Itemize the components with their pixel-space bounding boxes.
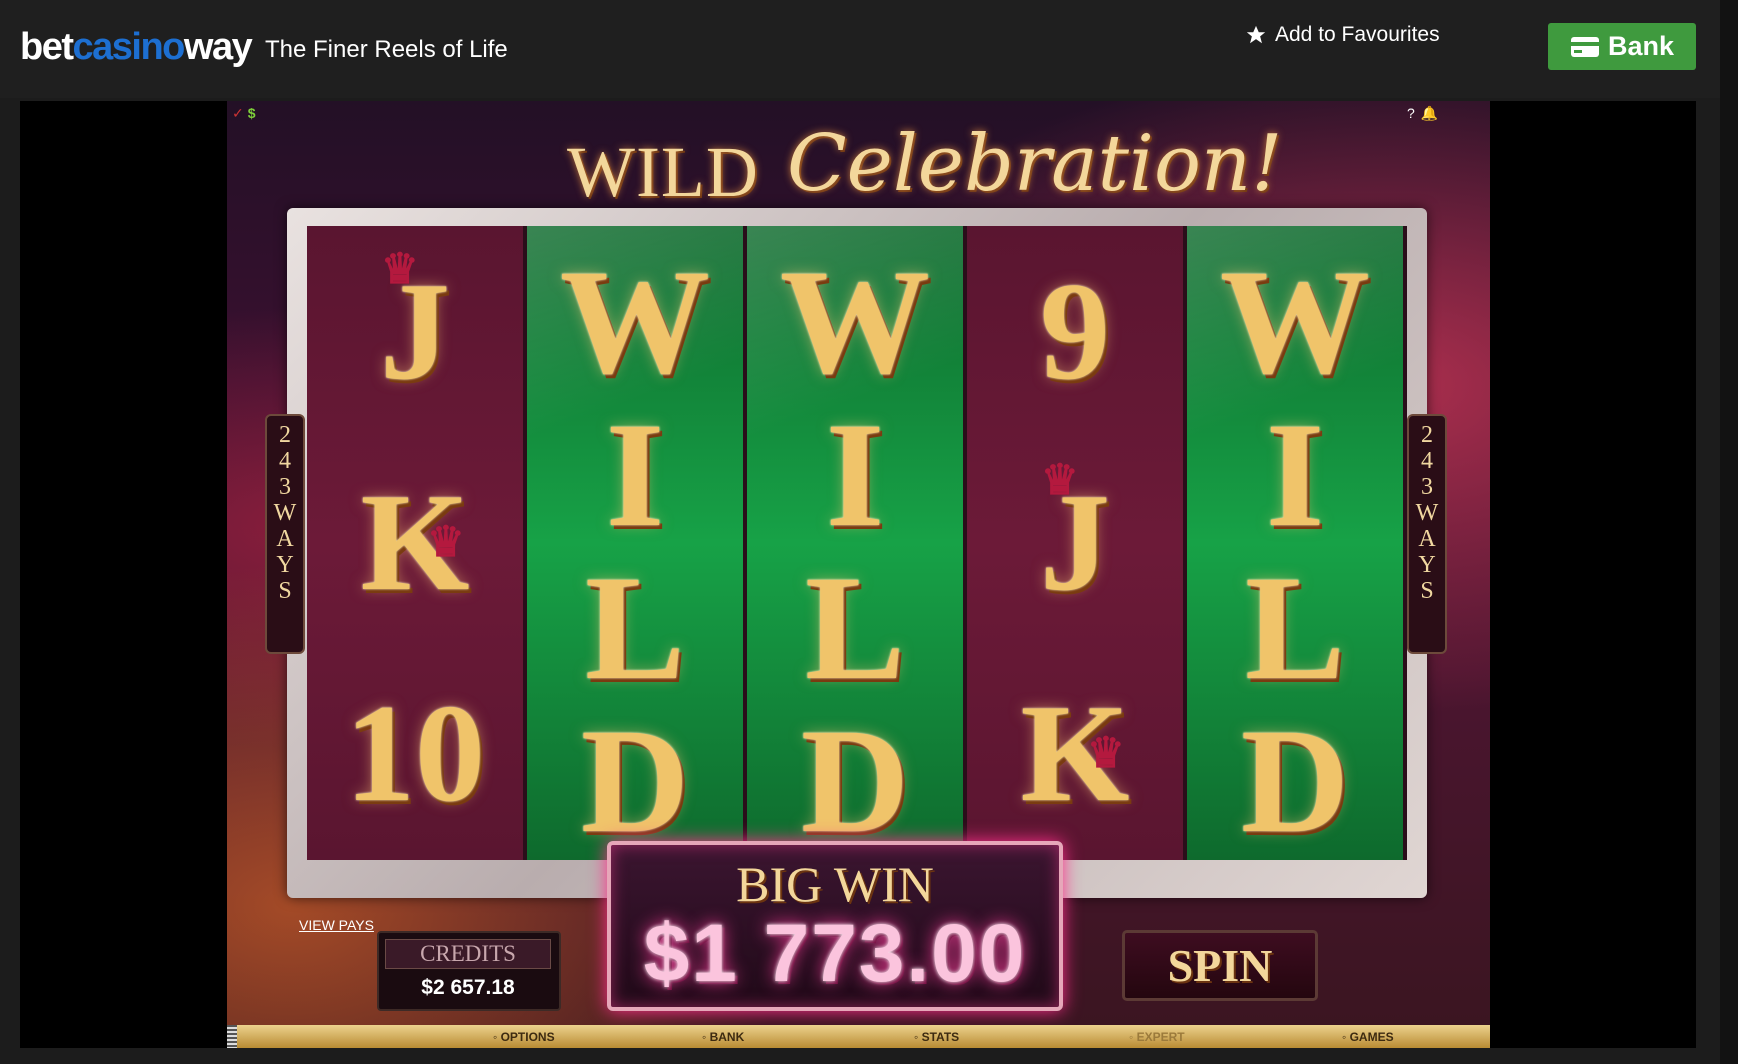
reel-symbol-jack: J ♛ — [967, 437, 1183, 648]
add-to-favourites-label: Add to Favourites — [1275, 23, 1440, 46]
reel-4: 9 J ♛ K ♛ — [967, 226, 1183, 860]
wild-letter-d: D — [1240, 697, 1350, 861]
bank-button[interactable]: Bank — [1548, 23, 1696, 70]
logo-part-casino: casino — [72, 26, 186, 68]
menu-stats[interactable]: ◦ STATS — [914, 1030, 959, 1044]
reel-symbol-nine: 9 — [1040, 254, 1110, 409]
ways-char: Y — [276, 552, 294, 578]
ways-char: W — [1415, 500, 1439, 526]
site-header: betcasinoway The Finer Reels of Life Add… — [0, 0, 1720, 98]
menu-bank[interactable]: ◦ BANK — [702, 1030, 744, 1044]
reel-5: W I L D — [1187, 226, 1403, 860]
menu-stats-label: STATS — [921, 1030, 960, 1044]
reels-frame: J ♛ K ♛ 10 W I L D W I L D 9 J ♛ K ♛ W I… — [287, 208, 1427, 898]
credit-card-icon — [1570, 36, 1599, 57]
star-icon — [1246, 25, 1266, 44]
ways-char: 3 — [1421, 474, 1433, 500]
add-to-favourites-link[interactable]: Add to Favourites — [1245, 23, 1440, 47]
logo-part-way: way — [183, 26, 253, 68]
ways-char: S — [278, 578, 292, 604]
help-icon[interactable]: ? — [1407, 105, 1415, 121]
bank-button-label: Bank — [1607, 31, 1675, 61]
site-tagline: The Finer Reels of Life — [265, 36, 508, 63]
crown-icon: ♛ — [427, 520, 465, 566]
slot-game-canvas[interactable]: ✓$ ?🔔 WILD Celebration! J ♛ K ♛ 10 W I — [227, 101, 1490, 1048]
reel-2: W I L D — [527, 226, 743, 860]
ways-char: W — [273, 500, 297, 526]
wild-letter-d: D — [800, 697, 910, 861]
view-pays-link[interactable]: VIEW PAYS — [299, 917, 374, 933]
game-help-icons: ? 🔔 — [1407, 105, 1438, 122]
menu-games[interactable]: ◦ GAMES — [1342, 1030, 1394, 1044]
menu-options-label: OPTIONS — [500, 1030, 555, 1044]
credits-value: $2 657.18 — [421, 976, 515, 999]
game-title-celebration: Celebration! — [787, 119, 1283, 209]
game-status-icons: ✓ $ — [232, 105, 256, 122]
bell-icon[interactable]: 🔔 — [1421, 105, 1438, 121]
ways-char: S — [1420, 578, 1434, 604]
menu-expert-label: EXPERT — [1136, 1030, 1185, 1044]
ways-label-left: 2 4 3 W A Y S — [265, 414, 305, 654]
credits-panel: CREDITS $2 657.18 — [377, 931, 561, 1011]
wild-letter-d: D — [580, 697, 690, 861]
menu-games-label: GAMES — [1349, 1030, 1394, 1044]
logo-part-bet: bet — [20, 26, 74, 68]
dollar-icon: $ — [247, 105, 256, 121]
reel-symbol-ten: 10 — [345, 676, 485, 831]
big-win-title: BIG WIN — [736, 856, 934, 912]
big-win-panel: BIG WIN $1 773.00 — [607, 841, 1063, 1011]
credits-label: CREDITS — [385, 939, 551, 969]
ways-char: 2 — [279, 422, 291, 448]
ways-char: 2 — [1421, 422, 1433, 448]
crown-icon: ♛ — [1041, 458, 1079, 504]
ways-char: A — [276, 526, 294, 552]
reel-3: W I L D — [747, 226, 963, 860]
ways-char: 3 — [279, 474, 291, 500]
game-menu-bar: ◦ OPTIONS ◦ BANK ◦ STATS ◦ EXPERT ◦ GAME… — [227, 1025, 1490, 1048]
checkmark-icon: ✓ — [232, 105, 244, 121]
spin-button[interactable]: SPIN — [1122, 930, 1318, 1001]
big-win-amount: $1 773.00 — [643, 908, 1027, 999]
crown-icon: ♛ — [381, 247, 419, 293]
ways-label-right: 2 4 3 W A Y S — [1407, 414, 1447, 654]
reel-symbol-jack: J ♛ — [307, 226, 523, 437]
ways-char: Y — [1418, 552, 1436, 578]
site-logo[interactable]: betcasinoway — [20, 26, 253, 69]
menu-bank-label: BANK — [709, 1030, 745, 1044]
ways-char: 4 — [279, 448, 291, 474]
crown-icon: ♛ — [1087, 731, 1125, 777]
reel-symbol-king: K ♛ — [307, 437, 523, 648]
ways-char: 4 — [1421, 448, 1433, 474]
reels-area: J ♛ K ♛ 10 W I L D W I L D 9 J ♛ K ♛ W I… — [307, 226, 1407, 860]
game-title-wild: WILD — [567, 132, 759, 212]
reel-symbol-king: K ♛ — [967, 648, 1183, 859]
ways-char: A — [1418, 526, 1436, 552]
reel-1: J ♛ K ♛ 10 — [307, 226, 523, 860]
menu-options[interactable]: ◦ OPTIONS — [493, 1030, 555, 1044]
menu-grip-handle[interactable] — [227, 1025, 237, 1048]
menu-expert[interactable]: ◦ EXPERT — [1129, 1030, 1185, 1044]
page-scrollbar-gutter — [1720, 0, 1738, 1064]
